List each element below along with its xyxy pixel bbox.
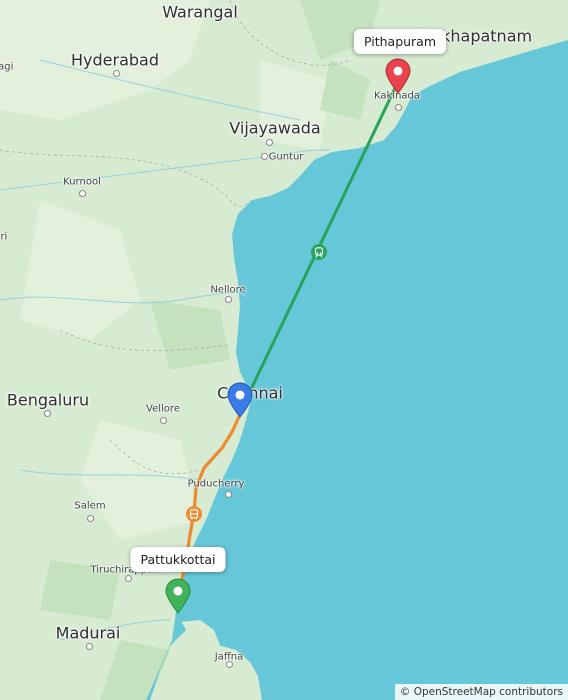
city-label-edge-2: uri [0,231,8,243]
map-canvas[interactable] [0,0,568,700]
bus-icon[interactable] [186,506,202,522]
city-label-salem: Salem [74,500,106,512]
city-dot-puducherry [224,490,232,498]
waypoint-pin-icon[interactable] [226,382,254,418]
city-dot-vijayawada [265,138,273,146]
city-label-edge-1: ragi [0,61,14,73]
city-dot-madurai [85,642,93,650]
city-dot-bengaluru [43,409,51,417]
destination-callout[interactable]: Pithapuram [353,29,447,54]
city-label-nellore: Nellore [210,284,246,296]
city-dot-kurnool [78,189,86,197]
train-icon[interactable] [311,244,327,260]
origin-callout[interactable]: Pattukkottai [130,547,226,572]
city-label-hyderabad: Hyderabad [71,50,159,70]
city-label-kurnool: Kurnool [63,176,101,188]
city-dot-nellore [224,295,232,303]
city-dot-tiruchirappalli [124,574,132,582]
attribution[interactable]: © OpenStreetMap contributors [394,684,568,700]
city-dot-salem [86,514,94,522]
city-label-bengaluru: Bengaluru [6,390,90,410]
city-label-jaffna: Jaffna [214,651,244,663]
city-label-vellore: Vellore [146,403,180,415]
city-label-guntur: Guntur [268,151,304,163]
city-dot-kakinada [394,103,402,111]
city-label-vijayawada: Vijayawada [229,118,321,138]
city-label-madurai: Madurai [55,623,121,643]
destination-pin-icon[interactable] [384,58,412,94]
origin-pin-icon[interactable] [164,578,192,614]
city-label-puducherry: Puducherry [187,478,245,490]
city-label-warangal: Warangal [162,2,238,22]
city-dot-hyderabad [112,69,120,77]
city-dot-guntur [260,152,268,160]
city-dot-vellore [159,416,167,424]
